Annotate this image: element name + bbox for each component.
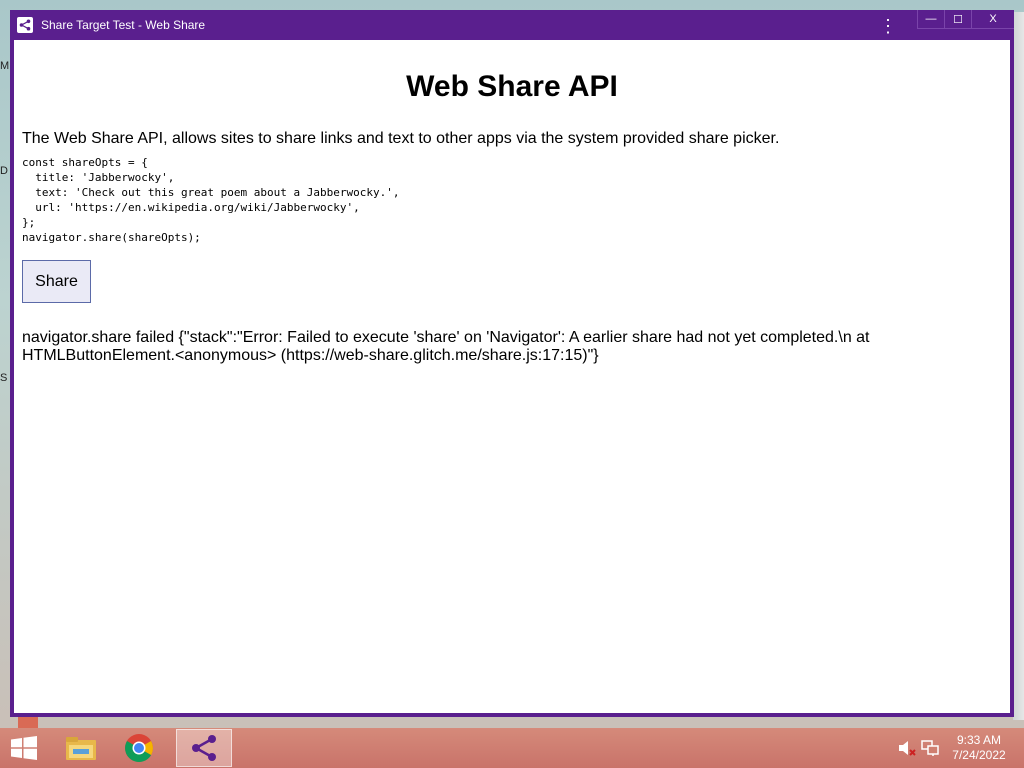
code-sample: const shareOpts = { title: 'Jabberwocky'… [22, 156, 400, 244]
minimize-button[interactable]: — [917, 10, 944, 29]
system-clock[interactable]: 9:33 AM 7/24/2022 [944, 733, 1014, 763]
maximize-button[interactable]: ☐ [944, 10, 971, 29]
chrome-icon[interactable] [111, 729, 167, 767]
close-button[interactable]: X [971, 10, 1014, 29]
clock-time: 9:33 AM [956, 733, 1002, 747]
network-icon[interactable] [921, 740, 939, 756]
app-window: Share Target Test - Web Share ⋮ — ☐ X We… [10, 10, 1014, 717]
page-description: The Web Share API, allows sites to share… [22, 130, 780, 147]
error-message: navigator.share failed {"stack":"Error: … [22, 329, 870, 364]
share-app-icon[interactable] [176, 729, 232, 767]
window-title: Share Target Test - Web Share [41, 18, 206, 32]
page-content: Web Share API The Web Share API, allows … [14, 40, 1010, 713]
background-window-edge [1013, 12, 1024, 720]
background-window-edge [18, 716, 38, 728]
speaker-muted-icon[interactable] [898, 740, 916, 756]
file-explorer-icon[interactable] [53, 729, 109, 767]
clock-date: 7/24/2022 [952, 748, 1006, 762]
windows-start-icon[interactable] [10, 736, 38, 760]
taskbar: 9:33 AM 7/24/2022 [0, 728, 1024, 768]
page-title: Web Share API [406, 70, 618, 103]
share-button[interactable]: Share [22, 260, 91, 303]
more-menu-icon[interactable]: ⋮ [879, 14, 897, 38]
title-bar[interactable]: Share Target Test - Web Share ⋮ — ☐ X [10, 10, 1014, 40]
share-icon [17, 17, 33, 33]
